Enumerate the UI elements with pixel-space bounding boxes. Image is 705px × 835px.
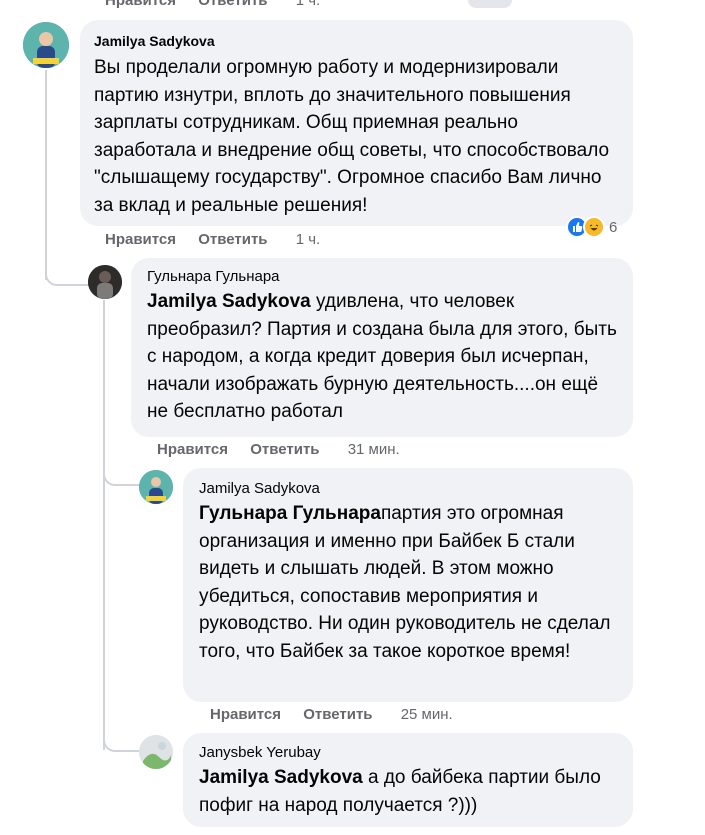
comment-author[interactable]: Janysbek Yerubay xyxy=(199,744,619,762)
comment-text: партия это огромная организация и именно… xyxy=(199,503,611,662)
avatar[interactable] xyxy=(88,265,122,299)
mention-link[interactable]: Гульнара Гульнара xyxy=(199,503,381,524)
avatar[interactable] xyxy=(139,470,173,504)
comment-text: Вы проделали огромную работу и модернизи… xyxy=(94,57,610,216)
comment-author[interactable]: Jamilya Sadykova xyxy=(94,32,619,50)
mention-link[interactable]: Jamilya Sadykova xyxy=(199,767,363,788)
like-button[interactable]: Нравится xyxy=(210,706,281,723)
comment-bubble: Janysbek Yerubay Jamilya Sadykova а до б… xyxy=(183,733,633,827)
comment-bubble: Jamilya Sadykova Вы проделали огромную р… xyxy=(80,20,633,226)
comment-bubble: Jamilya Sadykova Гульнара Гульнарапартия… xyxy=(183,468,633,702)
comment-author[interactable]: Jamilya Sadykova xyxy=(199,480,619,498)
timestamp[interactable]: 25 мин. xyxy=(401,706,453,723)
reply-button[interactable]: Ответить xyxy=(198,231,267,248)
avatar[interactable] xyxy=(139,735,173,769)
timestamp[interactable]: 1 ч. xyxy=(296,231,321,248)
timestamp[interactable]: 1 ч. xyxy=(296,0,321,9)
thread-connector xyxy=(103,736,141,752)
blue-dot-icon xyxy=(468,0,512,8)
timestamp[interactable]: 31 мин. xyxy=(348,441,400,458)
comment-actions: Нравится Ответить 31 мин. xyxy=(157,441,400,458)
like-button[interactable]: Нравится xyxy=(105,0,176,9)
like-button[interactable]: Нравится xyxy=(105,231,176,248)
thread-connector xyxy=(103,470,141,486)
comment-actions: Нравится Ответить 25 мин. xyxy=(210,706,453,723)
comment-bubble: Гульнара Гульнара Jamilya Sadykova удивл… xyxy=(131,258,633,437)
avatar[interactable] xyxy=(23,22,69,68)
haha-icon xyxy=(583,216,605,238)
thread-connector xyxy=(45,270,89,286)
thread-line xyxy=(45,70,47,280)
reaction-summary[interactable]: 6 xyxy=(566,216,617,238)
reply-button[interactable]: Ответить xyxy=(250,441,319,458)
comment-author[interactable]: Гульнара Гульнара xyxy=(147,268,619,286)
comment-actions: Нравится Ответить 1 ч. xyxy=(105,231,320,248)
mention-link[interactable]: Jamilya Sadykova xyxy=(147,291,311,312)
thread-line xyxy=(103,300,105,750)
reply-button[interactable]: Ответить xyxy=(198,0,267,9)
reaction-count: 6 xyxy=(609,218,618,236)
comment-actions: Нравится Ответить 1 ч. xyxy=(105,0,320,9)
reply-button[interactable]: Ответить xyxy=(303,706,372,723)
like-button[interactable]: Нравится xyxy=(157,441,228,458)
